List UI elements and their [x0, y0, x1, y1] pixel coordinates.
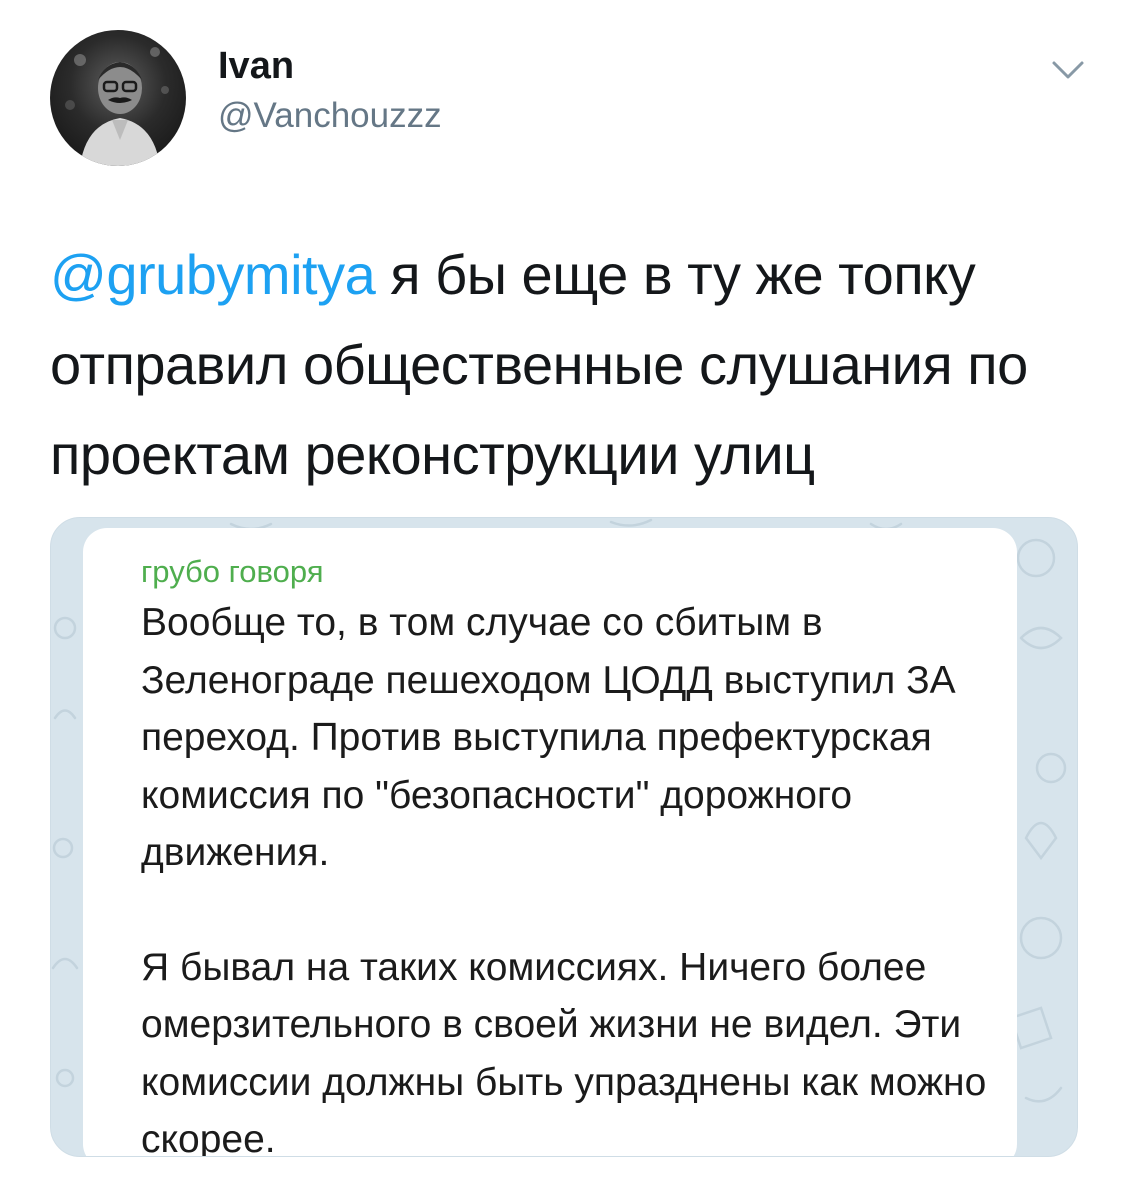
- author-username[interactable]: @Vanchouzzz: [218, 94, 442, 138]
- message-paragraph: Вообще то, в том случае со сбитым в Зеле…: [141, 601, 956, 874]
- tweet-body: @grubymitya я бы еще в ту же топку отпра…: [50, 230, 1060, 500]
- message-paragraph: Я бывал на таких комиссиях. Ничего более…: [141, 945, 987, 1157]
- mention-link[interactable]: @grubymitya: [50, 243, 376, 306]
- avatar[interactable]: [50, 30, 186, 166]
- avatar-photo: [65, 47, 169, 166]
- message-bubble: грубо говоря Вообще то, в том случае со …: [83, 528, 1017, 1157]
- attached-screenshot[interactable]: грубо говоря Вообще то, в том случае со …: [50, 517, 1078, 1157]
- author-display-name[interactable]: Ivan: [218, 44, 294, 88]
- message-sender-name: грубо говоря: [141, 554, 324, 589]
- message-text: Вообще то, в том случае со сбитым в Зеле…: [141, 594, 1001, 1157]
- tweet-header: Ivan @Vanchouzzz: [50, 30, 1090, 170]
- chevron-down-icon[interactable]: [1046, 48, 1090, 92]
